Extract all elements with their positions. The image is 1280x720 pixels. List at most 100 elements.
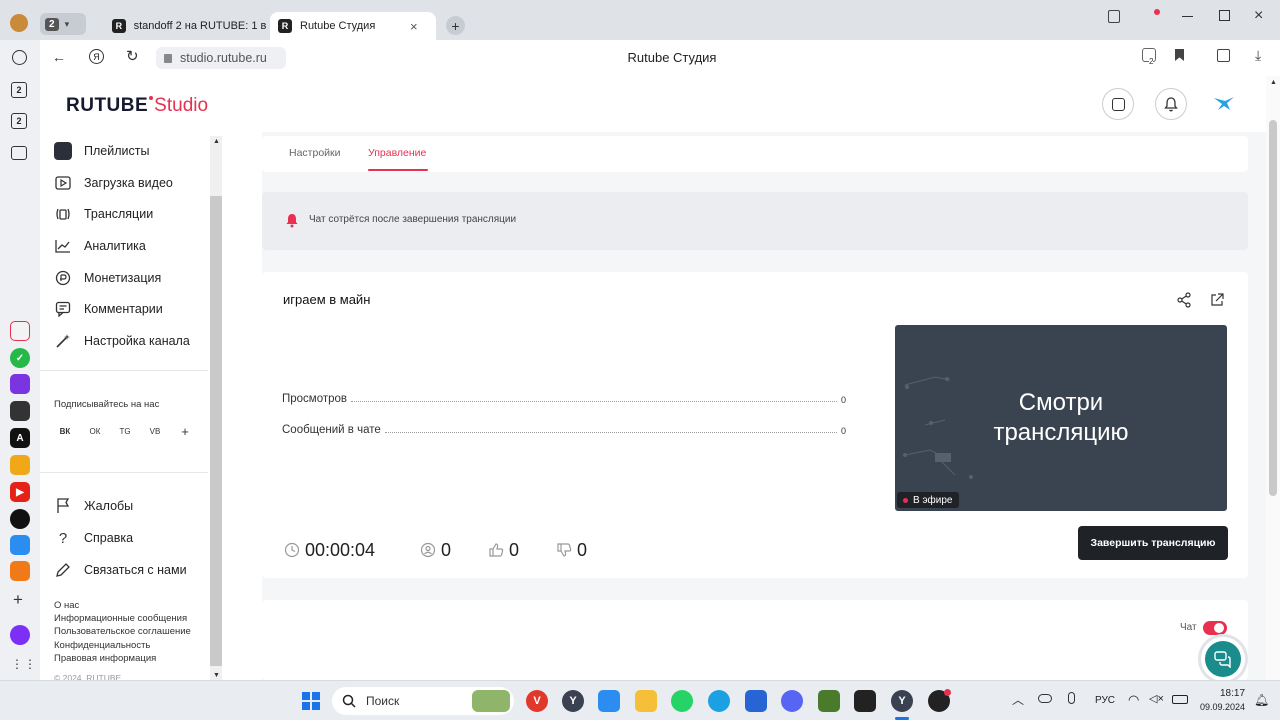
app-icon-explorer[interactable] — [635, 690, 657, 712]
minimize-button[interactable] — [1182, 16, 1193, 17]
duration-metric: 00:00:04 — [284, 538, 375, 562]
nav-analytics[interactable]: Аналитика — [54, 234, 146, 258]
thumbs-down-icon — [557, 543, 572, 557]
tab-management[interactable]: Управление — [368, 147, 426, 159]
app-icon-orange[interactable] — [10, 561, 30, 581]
scroll-thumb[interactable] — [210, 196, 222, 666]
app-icon-bluestack[interactable] — [10, 535, 30, 555]
footer-privacy[interactable]: Конфиденциальность — [54, 640, 150, 651]
add-app-icon[interactable]: + — [13, 590, 23, 610]
notification-bell-icon[interactable]: 🔔︎ — [1254, 693, 1269, 707]
app-icon-store[interactable] — [745, 690, 767, 712]
footer-info[interactable]: Информационные сообщения — [54, 613, 187, 624]
cloud-icon[interactable] — [1038, 694, 1052, 703]
more-socials-icon[interactable]: + — [175, 421, 195, 441]
app-icon-game[interactable] — [10, 401, 30, 421]
channel-avatar[interactable] — [1212, 92, 1236, 116]
footer-terms[interactable]: Пользовательское соглашение — [54, 626, 191, 637]
app-icon-a[interactable]: A — [10, 428, 30, 448]
app-icon-discord[interactable] — [781, 690, 803, 712]
taskbar-search[interactable]: Поиск — [332, 687, 514, 715]
collections-icon[interactable] — [1108, 10, 1120, 23]
studio-logo[interactable]: RUTUBE Studio — [66, 95, 208, 117]
app-icon-yandex-browser[interactable]: Y — [891, 690, 913, 712]
language-indicator[interactable]: РУС — [1095, 695, 1115, 706]
vk-icon[interactable]: ВК — [55, 421, 75, 441]
windows-start-icon[interactable] — [302, 692, 320, 710]
wifi-icon[interactable]: ◠ — [1128, 692, 1139, 708]
tab-rutube-studio[interactable]: R Rutube Студия × — [270, 12, 436, 40]
download-arrow-icon[interactable]: ⤓ — [1255, 47, 1261, 64]
nav-upload[interactable]: Загрузка видео — [54, 171, 173, 195]
nav-comments[interactable]: Комментарии — [54, 297, 163, 321]
app-icon-sun[interactable] — [854, 690, 876, 712]
history-icon[interactable] — [12, 50, 27, 65]
app-icon-vivaldi[interactable]: V — [526, 690, 548, 712]
close-tab-icon[interactable]: × — [410, 19, 418, 34]
nav-playlists[interactable]: Плейлисты — [54, 139, 149, 163]
nav-complaints[interactable]: Жалобы — [54, 494, 133, 518]
back-arrow-icon[interactable]: ← — [52, 49, 66, 65]
create-button[interactable] — [1102, 88, 1134, 120]
stream-preview[interactable]: Смотри трансляцию В эфире — [895, 325, 1227, 511]
app-icon-minecraft[interactable] — [818, 690, 840, 712]
ok-icon[interactable]: ОК — [85, 421, 105, 441]
viber-icon[interactable]: VB — [145, 421, 165, 441]
app-icon-twitch[interactable] — [10, 374, 30, 394]
footer-about[interactable]: О нас — [54, 600, 79, 611]
footer-legal[interactable]: Правовая информация — [54, 653, 156, 664]
share-icon[interactable] — [1176, 292, 1192, 308]
reload-icon[interactable]: ↻ — [126, 47, 139, 65]
badge-2[interactable]: 2 — [11, 82, 27, 98]
sidebar-scrollbar[interactable]: ▲ ▼ — [210, 136, 222, 680]
close-window-button[interactable]: × — [1254, 7, 1263, 25]
app-icon-youtube[interactable]: ▶ — [10, 482, 30, 502]
clock-date[interactable]: 09.09.2024 — [1200, 702, 1245, 712]
external-link-icon[interactable] — [1210, 293, 1224, 307]
scroll-thumb[interactable] — [1269, 120, 1277, 496]
app-icon-brawl[interactable] — [10, 455, 30, 475]
tab-standoff[interactable]: R standoff 2 на RUTUBE: 1 в — [100, 12, 268, 40]
clock-time[interactable]: 18:17 — [1220, 688, 1245, 699]
yandex-icon[interactable]: Я — [89, 49, 104, 64]
badge-2[interactable]: 2 — [11, 113, 27, 129]
bookmark-icon[interactable] — [1175, 49, 1184, 61]
nav-channel-settings[interactable]: Настройка канала — [54, 329, 190, 353]
volume-muted-icon[interactable]: ◁× — [1149, 692, 1164, 705]
app-icon-edge[interactable] — [708, 690, 730, 712]
maximize-button[interactable] — [1219, 10, 1230, 21]
alice-icon[interactable] — [10, 625, 30, 645]
screenshot-icon[interactable] — [11, 146, 27, 160]
url-field[interactable]: studio.rutube.ru — [156, 47, 286, 69]
notifications-button[interactable] — [1155, 88, 1187, 120]
nav-help[interactable]: ? Справка — [54, 526, 133, 550]
tab-counter[interactable]: 2 ▾ — [40, 13, 86, 35]
telegram-icon[interactable]: TG — [115, 421, 135, 441]
chat-toggle-label: Чат — [1180, 622, 1197, 633]
more-icon[interactable]: ⋮⋮ — [11, 657, 37, 671]
scroll-down-arrow[interactable]: ▼ — [213, 672, 220, 679]
page-scrollbar[interactable]: ▲ — [1266, 76, 1280, 680]
extensions-icon[interactable] — [1217, 49, 1230, 62]
support-chat-button[interactable] — [1201, 637, 1245, 681]
app-icon-bluestacks[interactable] — [598, 690, 620, 712]
page-title-center: Rutube Студия — [627, 50, 717, 65]
chat-toggle[interactable] — [1203, 621, 1227, 635]
tab-settings[interactable]: Настройки — [289, 147, 341, 159]
app-icon-check[interactable]: ✓ — [10, 348, 30, 368]
end-stream-button[interactable]: Завершить трансляцию — [1078, 526, 1228, 560]
nav-monetization[interactable]: Монетизация — [54, 266, 161, 290]
profile-avatar[interactable] — [10, 14, 28, 32]
scroll-up-arrow[interactable]: ▲ — [1270, 79, 1277, 86]
microphone-icon[interactable] — [1068, 692, 1075, 704]
new-tab-button[interactable]: + — [446, 16, 465, 35]
app-icon-rutube[interactable] — [10, 321, 30, 341]
scroll-up-arrow[interactable]: ▲ — [213, 138, 220, 145]
app-icon-circle[interactable] — [10, 509, 30, 529]
app-icon-whatsapp[interactable] — [671, 690, 693, 712]
nav-broadcasts[interactable]: Трансляции — [54, 202, 153, 226]
app-icon-yandex[interactable]: Y — [562, 690, 584, 712]
nav-contact[interactable]: Связаться с нами — [54, 558, 187, 582]
tray-chevron-up-icon[interactable]: ︿ — [1012, 691, 1024, 708]
battery-icon[interactable] — [1172, 695, 1188, 704]
